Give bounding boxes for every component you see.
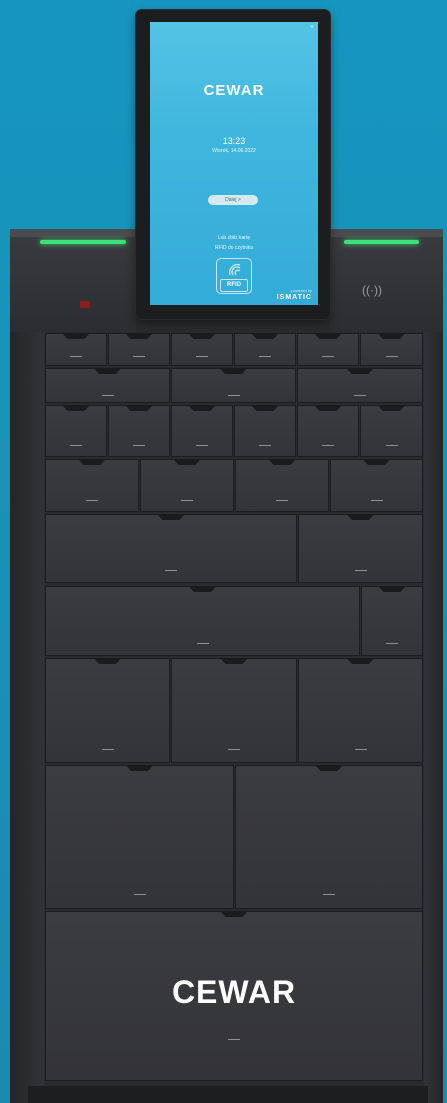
drawer-r4-4[interactable] xyxy=(330,459,423,512)
cabinet-base xyxy=(28,1086,428,1103)
drawer-r1-4[interactable] xyxy=(234,333,296,366)
top-edge-left xyxy=(10,229,136,237)
rfid-instruction-line2: RFID do czytnika xyxy=(214,245,254,251)
drawer-r1-3[interactable] xyxy=(171,333,233,366)
next-button[interactable]: Dalej > xyxy=(208,195,258,205)
drawer-r3-5[interactable] xyxy=(297,405,359,457)
drawer-r1-5[interactable] xyxy=(297,333,359,366)
drawer-r2-1[interactable] xyxy=(45,368,170,403)
rfid-reader-icon[interactable]: ((·)) xyxy=(362,283,382,297)
drawer-r4-2[interactable] xyxy=(140,459,234,512)
drawer-r6-2[interactable] xyxy=(361,586,423,656)
drawer-r2-3[interactable] xyxy=(297,368,423,403)
drawer-r8-2[interactable] xyxy=(235,765,423,909)
screen-logo: CEWAR xyxy=(203,82,265,99)
top-edge-right xyxy=(330,229,443,237)
drawer-bottom[interactable]: CEWAR xyxy=(45,911,423,1081)
drawer-r3-1[interactable] xyxy=(45,405,107,457)
close-icon[interactable]: × xyxy=(310,24,314,31)
clock-time: 13:23 xyxy=(222,136,246,146)
drawer-r5-1[interactable] xyxy=(45,514,297,583)
drawer-r2-2[interactable] xyxy=(171,368,296,403)
red-indicator xyxy=(80,301,90,308)
drawer-r1-6[interactable] xyxy=(360,333,423,366)
touchscreen[interactable]: × CEWAR 13:23 Wtorek, 14.06.2022 Dalej >… xyxy=(150,22,318,305)
drawer-r7-3[interactable] xyxy=(298,658,423,763)
rfid-instruction-line1: Lub zbliż kartę xyxy=(217,235,251,241)
drawer-r7-2[interactable] xyxy=(171,658,297,763)
drawer-r1-2[interactable] xyxy=(108,333,170,366)
drawer-r3-6[interactable] xyxy=(360,405,423,457)
drawer-r5-2[interactable] xyxy=(298,514,423,583)
drawer-r4-1[interactable] xyxy=(45,459,139,512)
cabinet-top-right-panel xyxy=(330,229,443,332)
drawer-r3-4[interactable] xyxy=(234,405,296,457)
drawer-r1-1[interactable] xyxy=(45,333,107,366)
powered-by-label: powered by xyxy=(291,288,312,293)
drawer-r3-3[interactable] xyxy=(171,405,233,457)
status-light-left xyxy=(40,240,126,244)
drawer-r6-1[interactable] xyxy=(45,586,360,656)
drawer-r7-1[interactable] xyxy=(45,658,170,763)
rfid-label: RFID xyxy=(220,279,248,292)
cabinet-top-left-panel xyxy=(10,229,136,332)
cabinet-side-left xyxy=(10,332,44,1103)
cabinet-side-right xyxy=(424,332,443,1103)
clock-date: Wtorek, 14.06.2022 xyxy=(212,148,256,154)
rfid-card-icon: RFID xyxy=(216,258,252,294)
nfc-waves-icon xyxy=(228,263,241,276)
vendor-logo: ISMATIC xyxy=(276,294,312,301)
drawer-r8-1[interactable] xyxy=(45,765,234,909)
cewar-logo: CEWAR xyxy=(171,974,297,1010)
drawer-r4-3[interactable] xyxy=(235,459,329,512)
status-light-right xyxy=(344,240,419,244)
drawer-r3-2[interactable] xyxy=(108,405,170,457)
